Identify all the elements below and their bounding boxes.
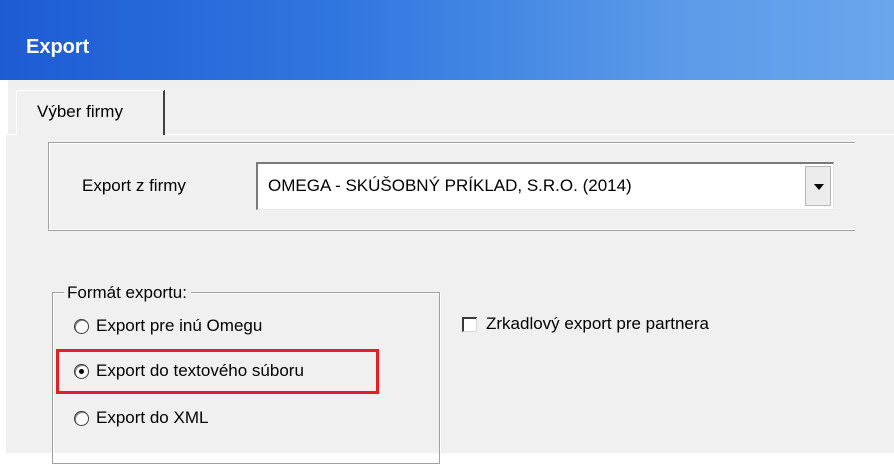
radio-button[interactable] [74,319,89,334]
export-window: Export Výber firmy Export z firmy OMEGA … [0,0,894,464]
title-bar[interactable]: Export [0,0,894,80]
radio-label: Export do XML [96,408,209,427]
firm-select-value: OMEGA - SKÚŠOBNÝ PRÍKLAD, S.R.O. (2014) [268,176,632,195]
firm-select[interactable]: OMEGA - SKÚŠOBNÝ PRÍKLAD, S.R.O. (2014) [256,162,834,210]
mirror-export-label: Zrkadlový export pre partnera [486,314,709,333]
highlight-annotation [56,349,379,394]
export-format-legend: Formát exportu: [64,283,191,303]
export-firm-label: Export z firmy [82,176,186,195]
radio-label: Export pre inú Omegu [96,316,263,335]
window-title: Export [26,36,90,58]
chevron-down-icon [814,184,824,190]
radio-button[interactable] [74,411,89,426]
tab-firm-selection[interactable]: Výber firmy [16,90,165,135]
firm-dropdown-button[interactable] [805,166,831,206]
tab-label: Výber firmy [37,102,123,121]
mirror-export-checkbox[interactable] [462,317,477,332]
